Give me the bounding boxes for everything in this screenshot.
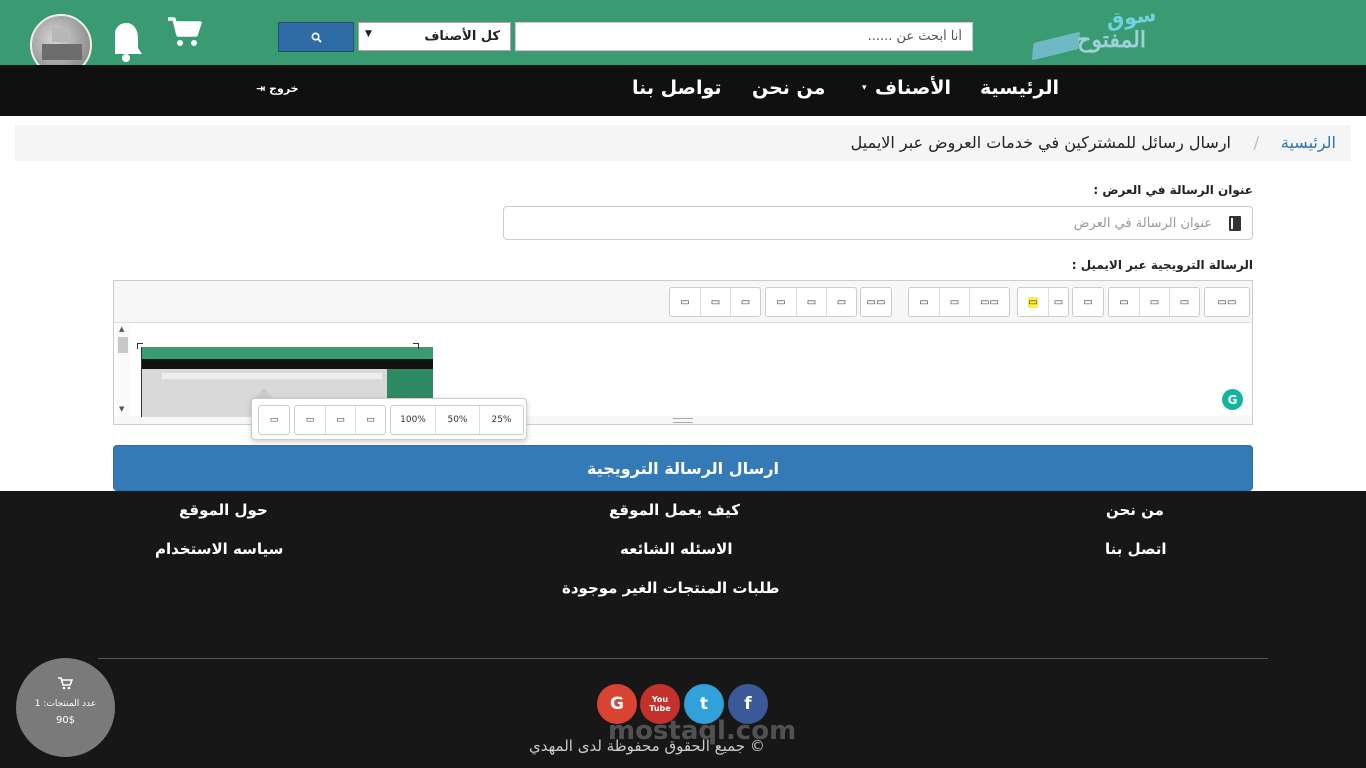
logo-book-icon: [1031, 31, 1081, 61]
footer-link-how-it-works[interactable]: كيف يعمل الموقع: [609, 501, 740, 519]
size-50-button[interactable]: 50%: [435, 406, 479, 434]
size-25-button[interactable]: 25%: [479, 406, 523, 434]
logout-icon: ⇥: [256, 82, 266, 95]
resize-handle-tl[interactable]: [137, 343, 143, 349]
toolbar-group-para: ▭: [1072, 287, 1104, 317]
breadcrumb-separator: /: [1253, 133, 1259, 152]
color-dropdown-icon[interactable]: ▭: [1048, 288, 1068, 316]
search-icon: [311, 32, 322, 43]
breadcrumb-home[interactable]: الرئيسية: [1281, 133, 1336, 152]
highlight-color-icon[interactable]: ▭: [1018, 288, 1048, 316]
popover-group-align: ▭ ▭ ▭: [294, 405, 386, 435]
editor-resize-grip[interactable]: [673, 418, 693, 423]
scroll-up-icon[interactable]: ▲: [119, 325, 124, 333]
toolbar-group-list: ▭ ▭ ▭: [1108, 287, 1200, 317]
category-select-value: كل الأصناف: [424, 29, 500, 44]
video-icon[interactable]: ▭▭: [969, 288, 1009, 316]
search-input[interactable]: [515, 22, 973, 51]
category-select[interactable]: كل الأصناف ▼: [358, 22, 511, 51]
size-100-button[interactable]: 100%: [391, 406, 435, 434]
footer: من نحن اتصل بنا كيف يعمل الموقع الاسئله …: [0, 491, 1366, 768]
undo-icon[interactable]: ▭: [670, 288, 700, 316]
nav-item-about[interactable]: من نحن: [752, 77, 825, 99]
fullscreen-icon[interactable]: ▭: [766, 288, 796, 316]
breadcrumb: الرئيسية / ارسال رسائل للمشتركين في خدما…: [15, 125, 1351, 161]
logout-link[interactable]: ⇥ خروج: [256, 82, 299, 95]
floating-cart-widget[interactable]: عدد المنتجات: 1 90$: [16, 658, 115, 757]
message-label: الرسالة الترويجية عبر الايميل :: [1071, 258, 1253, 272]
paragraph-icon[interactable]: ▭: [1073, 288, 1103, 316]
cart-total: 90$: [55, 715, 76, 726]
toolbar-group-undo: ▭ ▭ ▭: [669, 287, 761, 317]
grammarly-icon[interactable]: G: [1222, 389, 1243, 410]
copyright: جميع الحقوق محفوظة لدى المهدي ©: [529, 737, 765, 755]
float-right-icon[interactable]: ▭: [295, 406, 325, 434]
image-popover: ▭ ▭ ▭ ▭ 100% 50% 25%: [251, 398, 527, 440]
resize-handle-tr[interactable]: [413, 343, 419, 349]
footer-divider: [98, 658, 1268, 659]
ordered-list-icon[interactable]: ▭: [1109, 288, 1139, 316]
picture-icon[interactable]: ▭: [939, 288, 969, 316]
cart-count: عدد المنتجات: 1: [34, 699, 97, 709]
footer-link-about[interactable]: من نحن: [1106, 501, 1164, 519]
float-left-icon[interactable]: ▭: [259, 406, 289, 434]
cart-icon: [58, 677, 73, 690]
popover-group-float: ▭: [258, 405, 290, 435]
footer-link-usage-policy[interactable]: سياسه الاستخدام: [155, 540, 283, 558]
align-icon[interactable]: ▭: [1169, 288, 1199, 316]
remove-image-icon[interactable]: ▭: [355, 406, 385, 434]
link-icon[interactable]: ▭▭: [861, 288, 891, 316]
toolbar-group-color: ▭ ▭: [1017, 287, 1069, 317]
submit-button[interactable]: ارسال الرسالة الترويجية: [113, 445, 1253, 491]
editor-scrollbar[interactable]: ▲ ▼: [116, 325, 130, 415]
popover-group-size: 100% 50% 25%: [390, 405, 524, 435]
top-header: سوق المفتوح كل الأصناف ▼ ▾: [0, 0, 1366, 110]
scroll-down-icon[interactable]: ▼: [119, 405, 124, 413]
unordered-list-icon[interactable]: ▭: [1139, 288, 1169, 316]
scroll-thumb[interactable]: [118, 337, 128, 353]
toolbar-group-insert: ▭ ▭ ▭: [765, 287, 857, 317]
search-button[interactable]: [278, 22, 354, 52]
book-icon: [1229, 216, 1241, 231]
categories-caret-icon: ▾: [862, 83, 867, 93]
footer-link-missing-products[interactable]: طلبات المنتجات الغير موجودة: [562, 579, 780, 597]
logout-label: خروج: [269, 82, 299, 95]
nav-item-contact[interactable]: تواصل بنا: [632, 77, 722, 99]
toolbar-group-table: ▭ ▭ ▭▭: [908, 287, 1010, 317]
float-none-icon[interactable]: ▭: [325, 406, 355, 434]
footer-link-contact[interactable]: اتصل بنا: [1105, 540, 1167, 558]
codeview-icon[interactable]: ▭: [796, 288, 826, 316]
site-logo[interactable]: سوق المفتوح: [1028, 2, 1157, 63]
footer-link-faq[interactable]: الاسئله الشائعه: [620, 540, 733, 558]
toolbar-group-media: ▭▭: [860, 287, 892, 317]
style-dropdown-icon[interactable]: ▭▭: [1205, 288, 1249, 316]
nav-item-categories[interactable]: الأصناف: [875, 77, 951, 99]
hr-icon[interactable]: ▭: [826, 288, 856, 316]
dropdown-arrow-icon: ▼: [365, 29, 372, 39]
table-icon[interactable]: ▭: [909, 288, 939, 316]
cart-icon[interactable]: [166, 15, 202, 49]
help-icon[interactable]: ▭: [730, 288, 760, 316]
title-field[interactable]: [503, 206, 1253, 240]
toolbar-group-style: ▭▭: [1204, 287, 1250, 317]
logo-text-line2: المفتوح: [1077, 27, 1146, 53]
nav-item-home[interactable]: الرئيسية: [980, 77, 1059, 99]
breadcrumb-current: ارسال رسائل للمشتركين في خدمات العروض عب…: [850, 133, 1231, 152]
title-input[interactable]: [532, 213, 1212, 233]
footer-link-about-site[interactable]: حول الموقع: [179, 501, 268, 519]
redo-icon[interactable]: ▭: [700, 288, 730, 316]
main-nav: الرئيسية الأصناف ▾ من نحن تواصل بنا ⇥ خر…: [0, 65, 1366, 116]
title-label: عنوان الرسالة في العرض :: [1093, 183, 1253, 197]
